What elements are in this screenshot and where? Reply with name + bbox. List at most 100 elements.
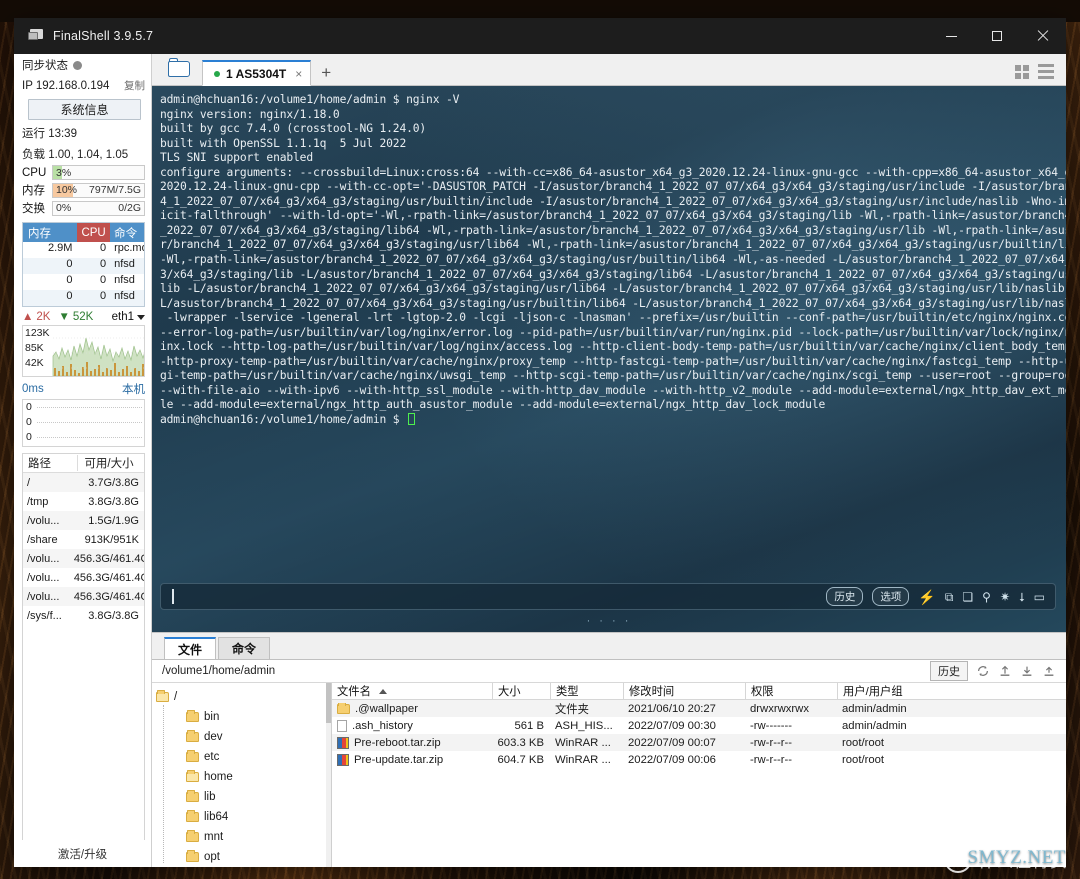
terminal-options-button[interactable]: 选项 bbox=[872, 587, 910, 606]
terminal-line: TLS SNI support enabled bbox=[160, 151, 313, 165]
archive-icon bbox=[337, 753, 349, 766]
directory-tree: / bin dev etc home lib lib64 mnt opt bbox=[152, 683, 332, 867]
system-info-button[interactable]: 系统信息 bbox=[28, 99, 141, 120]
process-col-command[interactable]: 命令 bbox=[110, 223, 144, 242]
download-icon[interactable] bbox=[1020, 664, 1034, 678]
disk-row[interactable]: /sys/f... 3.8G/3.8G bbox=[23, 606, 144, 625]
header-modified[interactable]: 修改时间 bbox=[623, 683, 745, 699]
terminal-line: -Wl,-rpath-link=/asustor/branch4_1_2022_… bbox=[160, 253, 1066, 267]
tree-node-label: mnt bbox=[204, 831, 224, 843]
load-average-label: 负载 1.00, 1.04, 1.05 bbox=[22, 149, 129, 161]
file-type: WinRAR ... bbox=[555, 736, 611, 749]
grid-view-icon[interactable] bbox=[1015, 65, 1029, 79]
tree-node-label: etc bbox=[204, 751, 220, 763]
disk-size: 1.5G/1.9G bbox=[88, 514, 139, 527]
disk-row[interactable]: /volu... 456.3G/461.4G bbox=[23, 587, 144, 606]
gear-icon[interactable]: ✷ bbox=[1000, 591, 1010, 603]
header-size[interactable]: 大小 bbox=[492, 683, 550, 699]
process-command: nfsd bbox=[114, 258, 135, 270]
maximize-button[interactable] bbox=[974, 18, 1020, 54]
file-permissions: -rw-r--r-- bbox=[750, 736, 793, 749]
new-tab-button[interactable]: + bbox=[311, 64, 341, 85]
copy-ip-link[interactable]: 复制 bbox=[124, 78, 145, 93]
network-interface-selector[interactable]: eth1 bbox=[112, 311, 145, 323]
table-row[interactable]: Pre-reboot.tar.zip 603.3 KB WinRAR ... 2… bbox=[332, 734, 1066, 751]
disk-row[interactable]: /volu... 1.5G/1.9G bbox=[23, 511, 144, 530]
disk-row[interactable]: /share 913K/951K bbox=[23, 530, 144, 549]
process-col-cpu[interactable]: CPU bbox=[77, 223, 111, 242]
tree-node-label: lib bbox=[204, 791, 216, 803]
process-col-memory[interactable]: 内存 bbox=[23, 223, 78, 242]
file-panel-tabs: 文件 命令 bbox=[152, 633, 1066, 659]
folder-icon bbox=[186, 850, 199, 862]
close-button[interactable] bbox=[1020, 18, 1066, 54]
ip-row: IP 192.168.0.194 复制 bbox=[14, 75, 151, 95]
process-memory: 0 bbox=[66, 274, 73, 286]
tree-node-lib[interactable]: lib bbox=[156, 787, 331, 807]
folder-icon bbox=[186, 710, 199, 722]
process-memory: 0 bbox=[66, 258, 73, 270]
process-row[interactable]: 0 0 nfsd bbox=[23, 274, 144, 290]
file-permissions: drwxrwxrwx bbox=[750, 702, 809, 715]
process-row[interactable]: 0 0 nfsd bbox=[23, 290, 144, 306]
file-modified: 2022/07/09 00:06 bbox=[628, 753, 716, 766]
table-row[interactable]: .ash_history 561 B ASH_HIS... 2022/07/09… bbox=[332, 717, 1066, 734]
minimize-button[interactable] bbox=[928, 18, 974, 54]
tree-node-etc[interactable]: etc bbox=[156, 747, 331, 767]
folder-icon bbox=[186, 730, 199, 742]
file-path-bar[interactable]: /volume1/home/admin 历史 bbox=[152, 659, 1066, 683]
disk-row[interactable]: /volu... 456.3G/461.4G bbox=[23, 568, 144, 587]
window-icon[interactable]: ▭ bbox=[1034, 591, 1045, 603]
disk-row[interactable]: /volu... 456.3G/461.4G bbox=[23, 549, 144, 568]
terminal-line: 4_1_2022_07_07/x64_g3/x64_g3/staging/usr… bbox=[160, 194, 1066, 208]
open-folder-button[interactable] bbox=[162, 55, 196, 83]
terminal-history-button[interactable]: 历史 bbox=[826, 587, 864, 606]
table-row[interactable]: .@wallpaper 文件夹 2021/06/10 20:27 drwxrwx… bbox=[332, 700, 1066, 717]
disk-row[interactable]: /tmp 3.8G/3.8G bbox=[23, 492, 144, 511]
file-history-button[interactable]: 历史 bbox=[930, 661, 968, 681]
sort-ascending-icon bbox=[378, 688, 387, 694]
tree-node-home[interactable]: home bbox=[156, 767, 331, 787]
activate-upgrade-link[interactable]: 激活/升级 bbox=[14, 840, 151, 867]
tree-node-root[interactable]: / bbox=[156, 687, 331, 707]
tree-node-dev[interactable]: dev bbox=[156, 727, 331, 747]
table-row[interactable]: Pre-update.tar.zip 604.7 KB WinRAR ... 2… bbox=[332, 751, 1066, 768]
search-icon[interactable]: ⚲ bbox=[982, 591, 991, 603]
panel-resize-handle[interactable]: · · · · bbox=[152, 615, 1066, 627]
terminal-output[interactable]: admin@hchuan16:/volume1/home/admin $ ngi… bbox=[152, 86, 1066, 632]
header-owner[interactable]: 用户/用户组 bbox=[837, 683, 1066, 699]
upload-alt-icon[interactable] bbox=[1042, 664, 1056, 678]
terminal-line: admin@hchuan16:/volume1/home/admin $ bbox=[160, 413, 1060, 428]
header-permissions[interactable]: 权限 bbox=[745, 683, 837, 699]
close-tab-icon[interactable]: × bbox=[295, 67, 302, 81]
tab-files[interactable]: 文件 bbox=[164, 637, 217, 659]
tree-node-mnt[interactable]: mnt bbox=[156, 827, 331, 847]
session-tab[interactable]: 1 AS5304T × bbox=[202, 60, 312, 86]
terminal-line: --with-file-aio --with-ipv6 --with-http_… bbox=[160, 383, 1066, 397]
bolt-icon[interactable]: ⚡ bbox=[918, 590, 935, 604]
app-icon bbox=[28, 29, 44, 43]
refresh-icon[interactable] bbox=[976, 664, 990, 678]
disk-col-path[interactable]: 路径 bbox=[23, 455, 77, 471]
paste-icon[interactable]: ❏ bbox=[962, 591, 973, 603]
header-filename[interactable]: 文件名 bbox=[332, 683, 492, 699]
upload-icon[interactable] bbox=[998, 664, 1012, 678]
tree-scrollbar[interactable] bbox=[326, 683, 331, 867]
download-icon[interactable]: ⭣ bbox=[1019, 591, 1025, 603]
process-cpu: 0 bbox=[99, 274, 107, 286]
header-type[interactable]: 类型 bbox=[550, 683, 623, 699]
disk-col-size[interactable]: 可用/大小 bbox=[77, 455, 144, 471]
copy-icon[interactable]: ⧉ bbox=[945, 591, 954, 603]
file-name: .ash_history bbox=[352, 719, 413, 732]
tab-commands[interactable]: 命令 bbox=[218, 637, 271, 659]
tree-node-lib64[interactable]: lib64 bbox=[156, 807, 331, 827]
network-graph-plot bbox=[52, 337, 144, 376]
archive-icon bbox=[337, 736, 349, 749]
process-row[interactable]: 2.9M 0 rpc.mou bbox=[23, 242, 144, 258]
process-row[interactable]: 0 0 nfsd bbox=[23, 258, 144, 274]
list-view-icon[interactable] bbox=[1038, 64, 1054, 79]
disk-row[interactable]: / 3.7G/3.8G bbox=[23, 473, 144, 492]
tree-node-opt[interactable]: opt bbox=[156, 847, 331, 867]
tree-node-bin[interactable]: bin bbox=[156, 707, 331, 727]
terminal-input-bar[interactable]: 历史 选项 ⚡ ⧉ ❏ ⚲ ✷ ⭣ ▭ bbox=[160, 583, 1056, 610]
